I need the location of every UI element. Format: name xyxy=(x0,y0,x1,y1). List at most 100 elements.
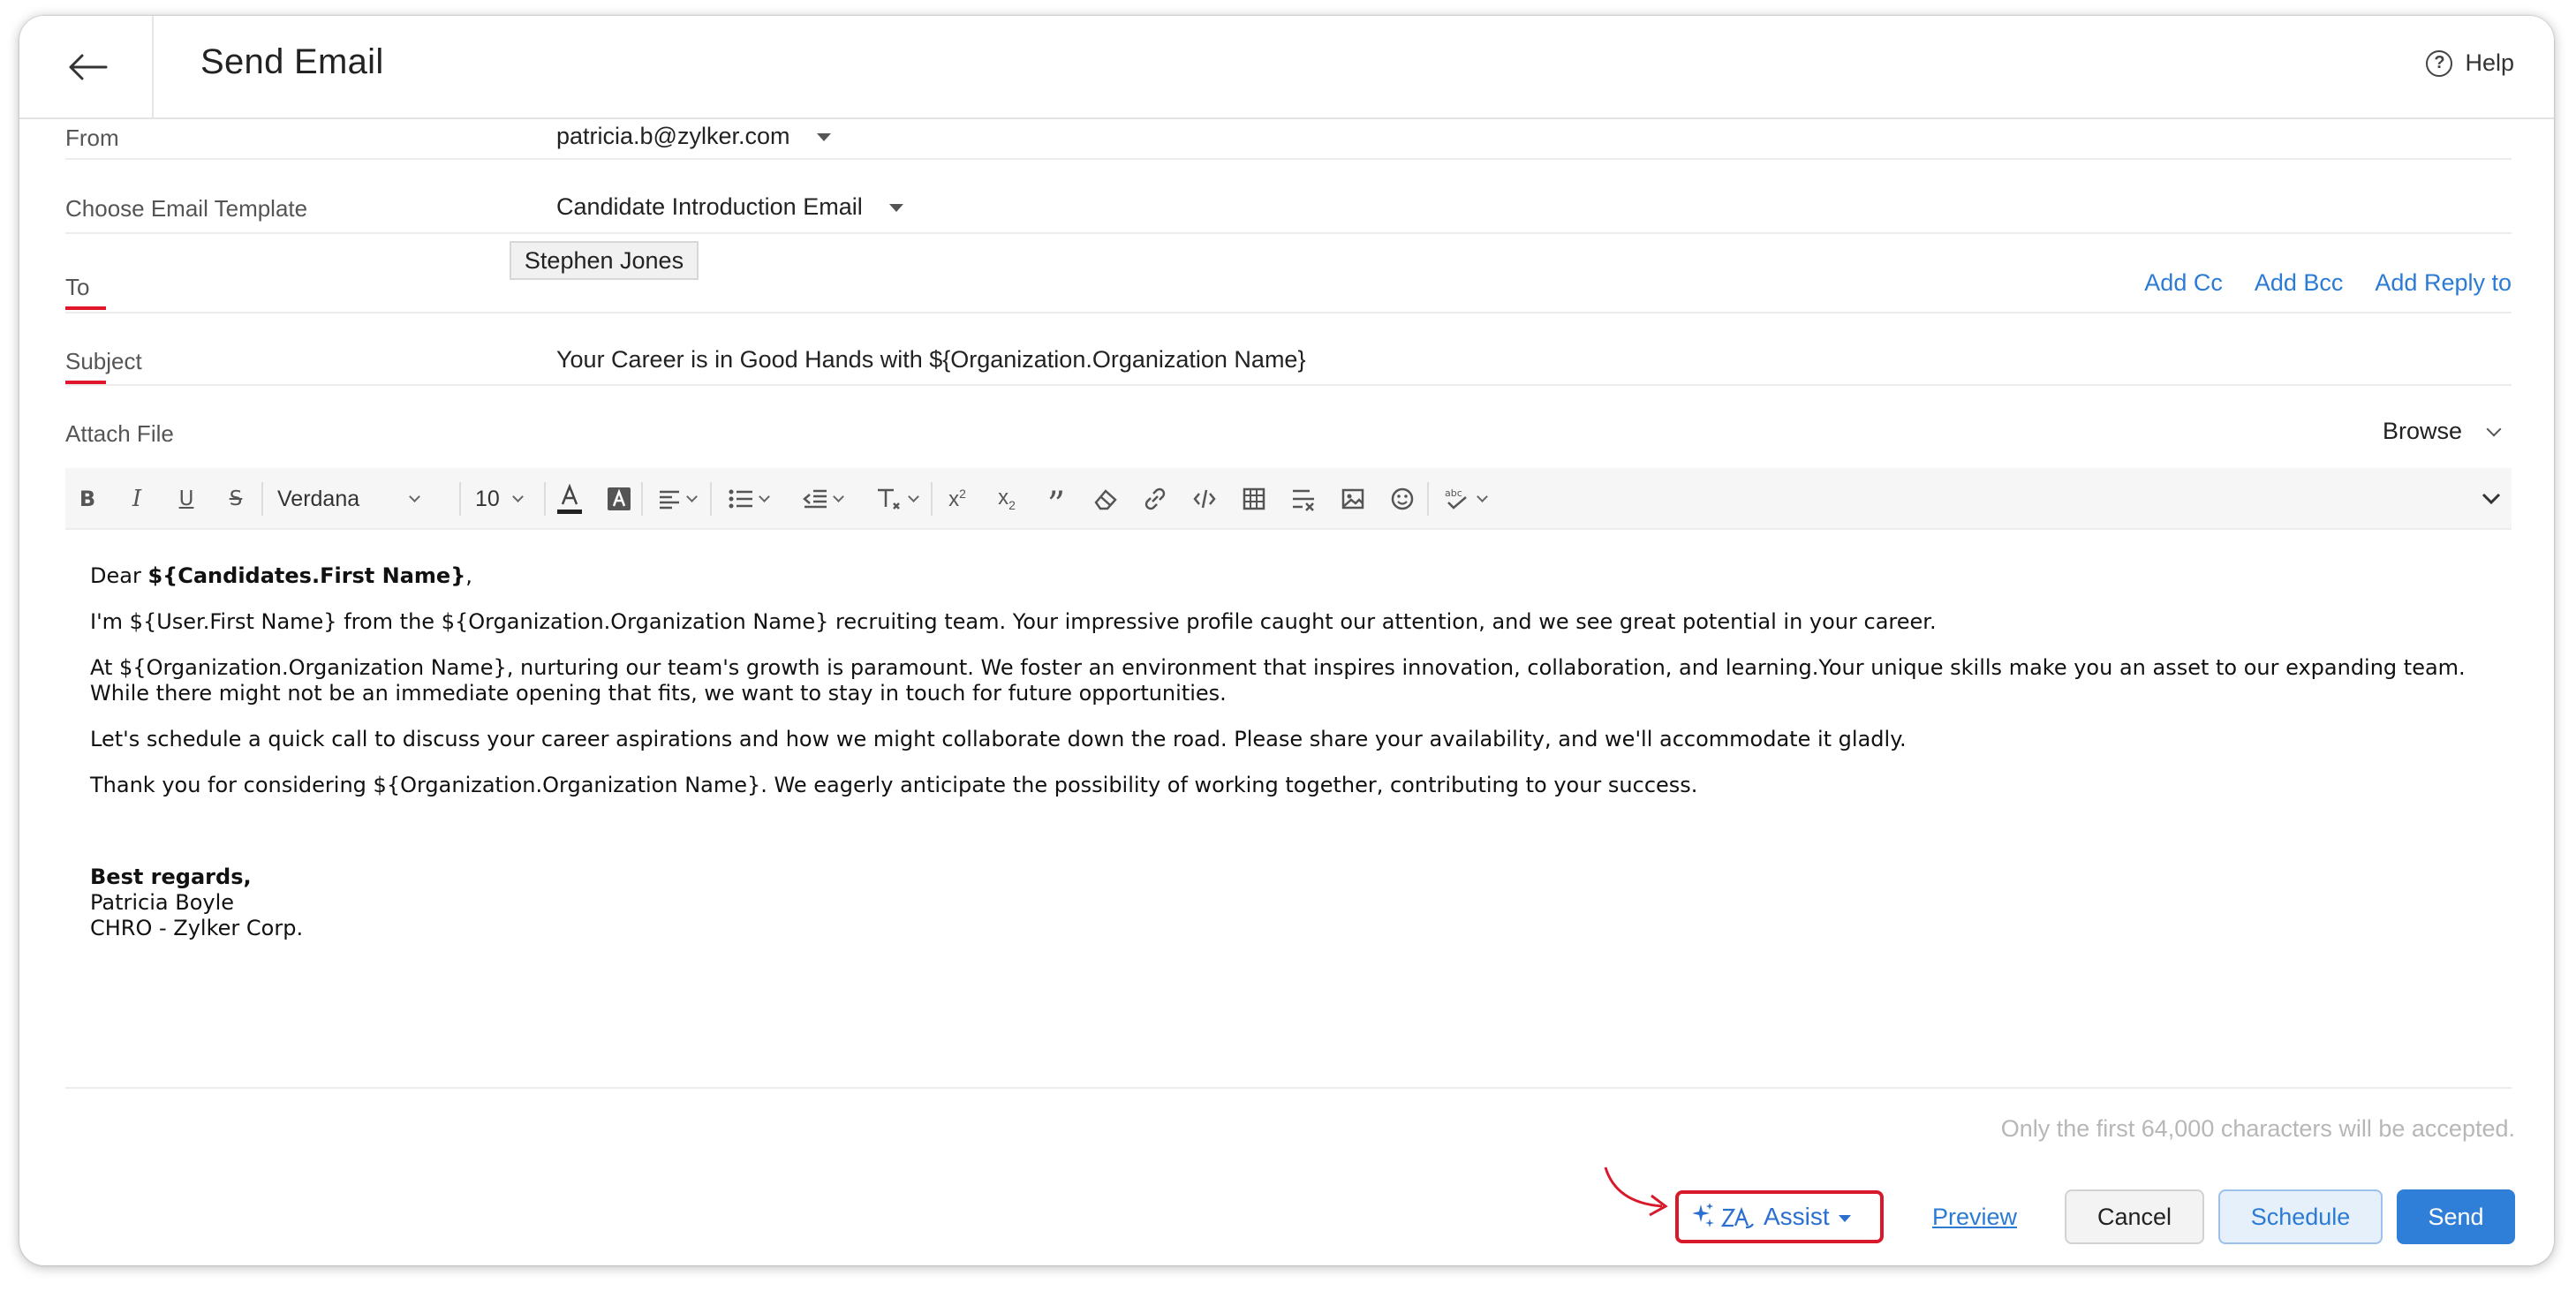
italic-icon[interactable]: I xyxy=(122,479,152,519)
toolbar-divider xyxy=(459,482,461,516)
greeting-prefix: Dear xyxy=(90,563,148,588)
font-family-value: Verdana xyxy=(277,486,360,511)
editor-toolbar: B I U S Verdana 10 x2 x2 ” abc xyxy=(65,468,2512,530)
browse-button[interactable]: Browse xyxy=(2383,418,2462,445)
code-icon[interactable] xyxy=(1187,479,1222,519)
toolbar-divider xyxy=(710,482,712,516)
template-row: Choose Email Template Candidate Introduc… xyxy=(65,160,2512,234)
attach-controls: Browse xyxy=(2383,418,2512,445)
from-label: From xyxy=(65,125,119,151)
font-family-select[interactable]: Verdana xyxy=(277,479,436,519)
background-color-icon[interactable] xyxy=(602,479,636,519)
from-value: patricia.b@zylker.com xyxy=(556,123,790,149)
toolbar-divider xyxy=(261,482,263,516)
sign-off: Best regards, xyxy=(90,864,252,889)
greeting-suffix: , xyxy=(465,563,472,588)
chevron-down-icon xyxy=(888,204,903,213)
subject-input[interactable]: Your Career is in Good Hands with ${Orga… xyxy=(556,346,1305,374)
help-label: Help xyxy=(2465,49,2514,76)
help-icon: ? xyxy=(2426,49,2453,77)
eraser-icon[interactable] xyxy=(1088,479,1123,519)
recipient-options: Add Cc Add Bcc Add Reply to xyxy=(2144,269,2512,297)
blockquote-icon[interactable]: ” xyxy=(1039,479,1074,523)
link-icon[interactable] xyxy=(1137,479,1173,519)
toolbar-divider xyxy=(544,482,546,516)
chevron-down-icon xyxy=(1838,1215,1851,1222)
back-arrow-icon[interactable] xyxy=(57,35,120,99)
character-limit-note: Only the first 64,000 characters will be… xyxy=(2000,1115,2515,1142)
greeting-line: Dear ${Candidates.First Name}, xyxy=(90,563,2510,589)
header-divider xyxy=(152,16,154,119)
align-icon[interactable] xyxy=(650,479,703,519)
email-body-editor[interactable]: Dear ${Candidates.First Name}, I'm ${Use… xyxy=(90,563,2510,941)
strikethrough-icon[interactable]: S xyxy=(221,479,251,519)
signature: Best regards, Patricia Boyle CHRO - Zylk… xyxy=(90,864,2510,941)
paragraph-4: Thank you for considering ${Organization… xyxy=(90,773,1698,797)
toolbar-divider xyxy=(641,482,643,516)
line-height-icon[interactable] xyxy=(869,479,924,519)
sender-name: Patricia Boyle xyxy=(90,890,235,915)
from-row: From patricia.b@zylker.com xyxy=(65,119,2512,160)
add-reply-to-link[interactable]: Add Reply to xyxy=(2375,269,2512,297)
paragraph-2: At ${Organization.Organization Name}, nu… xyxy=(90,655,2510,706)
underline-icon[interactable]: U xyxy=(171,479,201,519)
dialog-header: Send Email ? Help xyxy=(19,16,2554,119)
bold-icon[interactable]: B xyxy=(72,479,102,519)
emoji-icon[interactable] xyxy=(1385,479,1420,519)
template-select[interactable]: Candidate Introduction Email xyxy=(556,193,903,221)
recipient-chip[interactable]: Stephen Jones xyxy=(510,241,699,280)
chevron-down-icon xyxy=(832,490,844,502)
page-title: Send Email xyxy=(200,42,384,81)
help-button[interactable]: ? Help xyxy=(2426,49,2514,77)
required-indicator xyxy=(65,306,106,310)
to-row: To Add Cc Add Bcc Add Reply to xyxy=(65,234,2512,313)
paragraph-2-line-2: While there might not be an immediate op… xyxy=(90,681,1227,706)
chevron-down-icon xyxy=(816,133,831,142)
text-color-icon[interactable] xyxy=(553,479,586,519)
add-cc-link[interactable]: Add Cc xyxy=(2144,269,2223,297)
chevron-down-icon xyxy=(907,490,919,502)
image-icon[interactable] xyxy=(1335,479,1371,519)
chevron-down-icon xyxy=(409,490,421,502)
add-bcc-link[interactable]: Add Bcc xyxy=(2255,269,2344,297)
cancel-button[interactable]: Cancel xyxy=(2065,1189,2204,1244)
toolbar-expand-icon[interactable] xyxy=(2476,479,2506,519)
toolbar-divider xyxy=(931,482,933,516)
required-indicator xyxy=(65,381,106,384)
to-label: To xyxy=(65,274,90,300)
paragraph-2-line-1: At ${Organization.Organization Name}, nu… xyxy=(90,655,2466,680)
indent-icon[interactable] xyxy=(795,479,850,519)
subscript-icon[interactable]: x2 xyxy=(989,479,1024,519)
preview-link[interactable]: Preview xyxy=(1932,1204,2017,1231)
template-label: Choose Email Template xyxy=(65,195,308,222)
horizontal-line-icon[interactable] xyxy=(1286,479,1321,519)
superscript-icon[interactable]: x2 xyxy=(940,479,975,519)
attach-row: Attach File Browse xyxy=(65,386,2512,458)
annotation-arrow-icon xyxy=(1604,1166,1668,1217)
greeting-name: ${Candidates.First Name} xyxy=(147,563,466,588)
send-button[interactable]: Send xyxy=(2397,1189,2515,1244)
svg-text:abc: abc xyxy=(1445,487,1462,499)
template-value: Candidate Introduction Email xyxy=(556,193,863,220)
from-select[interactable]: patricia.b@zylker.com xyxy=(556,123,831,150)
chevron-down-icon xyxy=(758,490,770,502)
chevron-down-icon xyxy=(685,490,698,502)
bullet-list-icon[interactable] xyxy=(721,479,775,519)
sparkle-translate-icon xyxy=(1693,1203,1755,1229)
paragraph-1: I'm ${User.First Name} from the ${Organi… xyxy=(90,609,1937,634)
schedule-button[interactable]: Schedule xyxy=(2218,1189,2383,1244)
font-size-select[interactable]: 10 xyxy=(475,479,546,519)
attach-label: Attach File xyxy=(65,420,174,447)
font-size-value: 10 xyxy=(475,486,500,511)
assist-button[interactable]: Assist xyxy=(1675,1190,1884,1243)
subject-row: Subject Your Career is in Good Hands wit… xyxy=(65,313,2512,386)
chevron-down-icon xyxy=(1476,490,1488,502)
spellcheck-icon[interactable]: abc xyxy=(1436,479,1492,519)
sender-title: CHRO - Zylker Corp. xyxy=(90,916,304,940)
table-icon[interactable] xyxy=(1236,479,1272,519)
assist-label: Assist xyxy=(1764,1203,1830,1230)
editor-bottom-border xyxy=(65,1087,2512,1089)
chevron-down-icon[interactable] xyxy=(2486,421,2502,436)
chevron-down-icon xyxy=(511,490,524,502)
